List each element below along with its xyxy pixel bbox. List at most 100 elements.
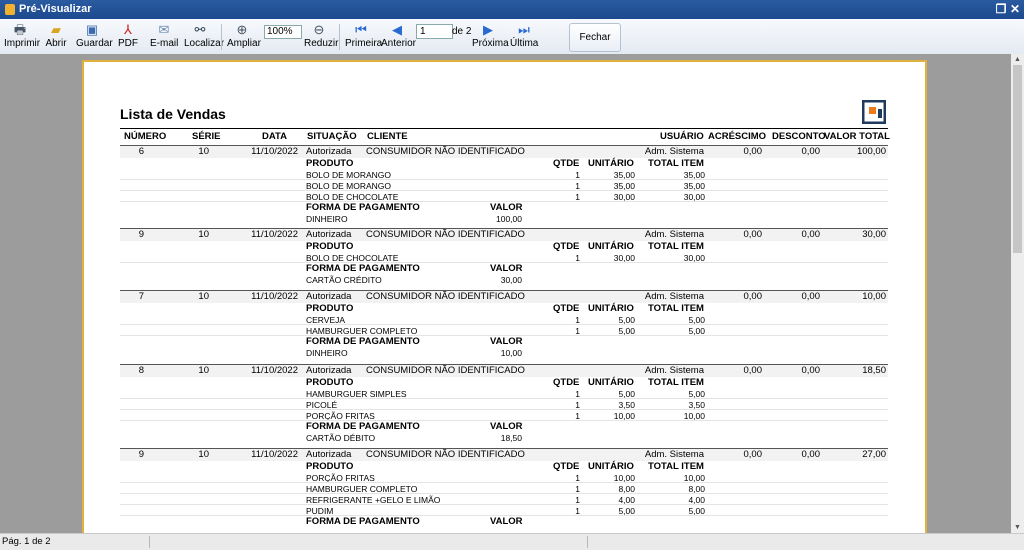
payment-forma: CARTÃO CRÉDITO — [306, 275, 382, 285]
pdf-icon: ⅄ — [124, 22, 132, 37]
last-page-icon: ⏭ — [518, 22, 530, 37]
sale-data: 11/10/2022 — [251, 291, 298, 302]
sale-serie: 10 — [198, 365, 209, 376]
sale-cliente: CONSUMIDOR NÃO IDENTIFICADO — [366, 291, 525, 302]
toolbar: 🖶 Imprimir ▰ Abrir ▣ Guardar ⅄ PDF ✉ E-mail ⚯… — [0, 19, 1024, 55]
envelope-icon: ✉ — [158, 22, 170, 37]
preview-viewport[interactable]: Lista de Vendas NÚMERO SÉRIE DATA SITUAÇ… — [0, 54, 1011, 533]
sale-data: 11/10/2022 — [251, 365, 298, 376]
item-row: BOLO DE CHOCOLATE 1 30,00 30,00 — [120, 252, 888, 263]
payments-header-valor: VALOR — [490, 202, 523, 213]
col-numero: NÚMERO — [124, 131, 167, 142]
items-header-produto: PRODUTO — [306, 461, 354, 472]
payment-row: CARTÃO CRÉDITO 30,00 — [120, 274, 888, 285]
payment-valor: 18,50 — [500, 433, 522, 443]
sale-desconto: 0,00 — [801, 229, 821, 240]
items-header: PRODUTO QTDE UNITÁRIO TOTAL ITEM — [120, 158, 888, 169]
last-page-button[interactable]: ⏭ Última — [510, 22, 538, 52]
zoom-select[interactable]: 100% — [264, 25, 302, 39]
payment-valor: 30,00 — [500, 275, 522, 285]
print-button[interactable]: 🖶 Imprimir — [4, 22, 40, 52]
items-header-total: TOTAL ITEM — [648, 377, 704, 388]
items-header-total: TOTAL ITEM — [648, 303, 704, 314]
sale-serie: 10 — [198, 291, 209, 302]
pdf-button[interactable]: ⅄ PDF — [117, 22, 139, 52]
payments-header-forma: FORMA DE PAGAMENTO — [306, 336, 420, 347]
scroll-down-icon[interactable]: ▼ — [1014, 524, 1021, 531]
zoom-out-icon: ⊖ — [313, 22, 325, 37]
sale-cliente: CONSUMIDOR NÃO IDENTIFICADO — [366, 229, 525, 240]
sale-row[interactable]: 9 10 11/10/2022 Autorizada CONSUMIDOR NÃO ID… — [120, 228, 888, 241]
payment-valor: 10,00 — [500, 348, 522, 358]
app-icon — [5, 4, 15, 15]
open-button[interactable]: ▰ Abrir — [44, 22, 68, 52]
restore-icon[interactable]: ❐ — [994, 2, 1008, 16]
close-button[interactable]: Fechar — [569, 23, 621, 52]
payment-row: DINHEIRO 100,00 — [120, 213, 888, 224]
floppy-icon: ▣ — [85, 22, 99, 37]
item-row: PUDIM 1 5,00 5,00 — [120, 505, 888, 516]
sale-usuario: Adm. Sistema — [644, 291, 704, 302]
sale-row[interactable]: 8 10 11/10/2022 Autorizada CONSUMIDOR NÃO ID… — [120, 364, 888, 377]
items-header-produto: PRODUTO — [306, 241, 354, 252]
col-data: DATA — [262, 131, 287, 142]
scroll-thumb[interactable] — [1013, 65, 1022, 253]
page-of-label: de 2 — [452, 26, 472, 37]
sale-data: 11/10/2022 — [251, 146, 298, 157]
item-row: PICOLÉ 1 3,50 3,50 — [120, 399, 888, 410]
first-page-button[interactable]: ⏮ Primeira — [345, 22, 382, 52]
sale-row[interactable]: 7 10 11/10/2022 Autorizada CONSUMIDOR NÃO ID… — [120, 290, 888, 303]
next-page-button[interactable]: ▶ Próxima — [472, 22, 509, 52]
zoom-out-button[interactable]: ⊖ Reduzir — [304, 22, 338, 52]
items-header: PRODUTO QTDE UNITÁRIO TOTAL ITEM — [120, 303, 888, 314]
report-title: Lista de Vendas — [120, 106, 226, 122]
payment-forma: DINHEIRO — [306, 214, 348, 224]
sale-row[interactable]: 6 10 11/10/2022 Autorizada CONSUMIDOR NÃO ID… — [120, 145, 888, 158]
sale-valor-total: 10,00 — [862, 291, 886, 302]
find-button[interactable]: ⚯ Localizar — [184, 22, 224, 52]
item-row: REFRIGERANTE +GELO E LIMÃO 1 4,00 4,00 — [120, 494, 888, 505]
payment-row: CARTÃO DÉBITO 18,50 — [120, 432, 888, 443]
save-button[interactable]: ▣ Guardar — [76, 22, 113, 52]
items-header: PRODUTO QTDE UNITÁRIO TOTAL ITEM — [120, 461, 888, 472]
sale-desconto: 0,00 — [801, 291, 821, 302]
payments-header: FORMA DE PAGAMENTO VALOR — [120, 263, 888, 274]
items-header-unitario: UNITÁRIO — [588, 158, 634, 169]
items-header-qtde: QTDE — [553, 377, 580, 388]
company-logo — [862, 100, 886, 124]
sale-acrescimo: 0,00 — [743, 291, 763, 302]
status-bar: Pág. 1 de 2 — [0, 533, 1024, 550]
payments-header-valor: VALOR — [490, 263, 523, 274]
sale-serie: 10 — [198, 229, 209, 240]
page-number-input[interactable]: 1 — [416, 24, 453, 39]
scroll-up-icon[interactable]: ▲ — [1014, 56, 1021, 63]
window-title: Pré-Visualizar — [19, 3, 92, 15]
col-situacao: SITUAÇÃO — [307, 131, 357, 142]
page-status: Pág. 1 de 2 — [2, 536, 51, 547]
payments-header: FORMA DE PAGAMENTO VALOR — [120, 421, 888, 432]
payment-forma: DINHEIRO — [306, 348, 348, 358]
sale-row[interactable]: 9 10 11/10/2022 Autorizada CONSUMIDOR NÃO ID… — [120, 448, 888, 461]
table-header: NÚMERO SÉRIE DATA SITUAÇÃO CLIENTE USUÁR… — [120, 128, 890, 146]
sale-situacao: Autorizada — [306, 146, 352, 157]
sale-numero: 7 — [138, 291, 144, 302]
sale-serie: 10 — [198, 449, 209, 460]
items-header: PRODUTO QTDE UNITÁRIO TOTAL ITEM — [120, 377, 888, 388]
item-row: HAMBURGUER COMPLETO 1 5,00 5,00 — [120, 325, 888, 336]
sale-acrescimo: 0,00 — [743, 146, 763, 157]
items-header-unitario: UNITÁRIO — [588, 461, 634, 472]
sale-numero: 9 — [138, 449, 144, 460]
report-page: Lista de Vendas NÚMERO SÉRIE DATA SITUAÇ… — [82, 60, 927, 533]
close-window-icon[interactable]: ✕ — [1008, 2, 1022, 16]
items-header-unitario: UNITÁRIO — [588, 377, 634, 388]
zoom-in-button[interactable]: ⊕ Ampliar — [227, 22, 261, 52]
email-button[interactable]: ✉ E-mail — [150, 22, 178, 52]
prev-page-button[interactable]: ◀ Anterior — [381, 22, 416, 52]
item-row: HAMBURGUER COMPLETO 1 8,00 8,00 — [120, 483, 888, 494]
vertical-scrollbar[interactable]: ▲ ▼ — [1011, 54, 1024, 533]
sale-cliente: CONSUMIDOR NÃO IDENTIFICADO — [366, 449, 525, 460]
items-header-unitario: UNITÁRIO — [588, 303, 634, 314]
sale-valor-total: 18,50 — [862, 365, 886, 376]
payment-forma: CARTÃO DÉBITO — [306, 433, 376, 443]
items-header-total: TOTAL ITEM — [648, 461, 704, 472]
